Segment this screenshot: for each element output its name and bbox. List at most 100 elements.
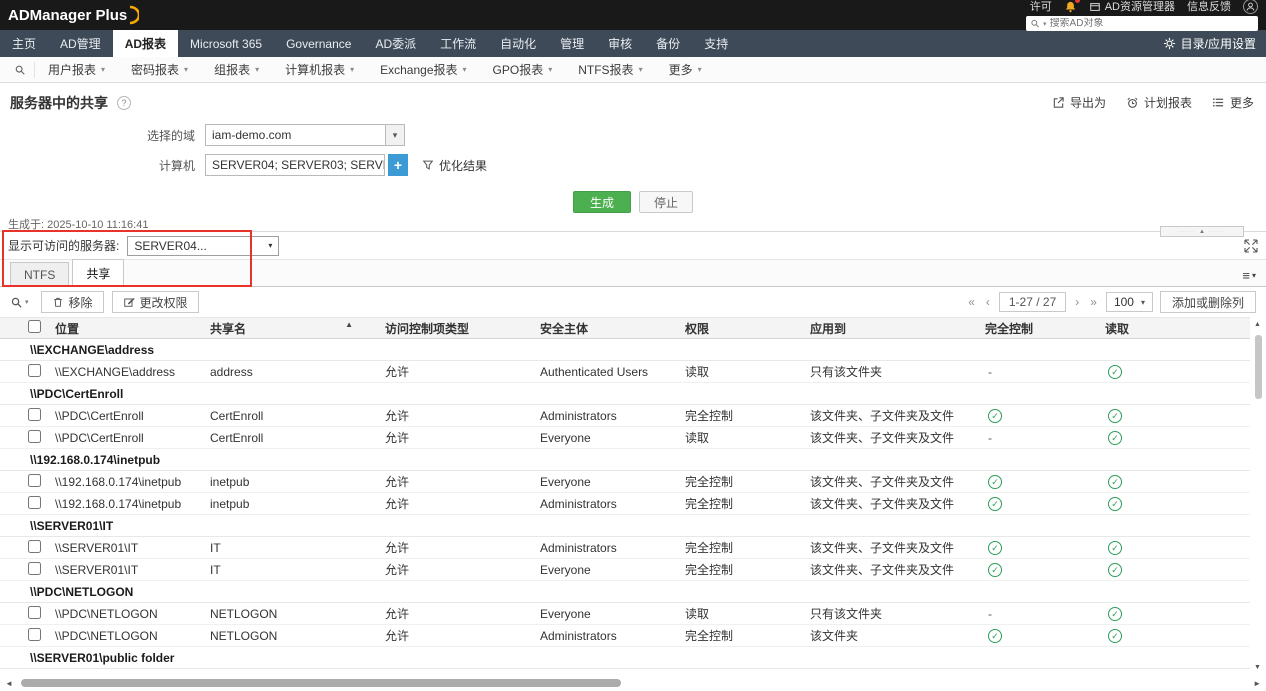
nav-tab-0[interactable]: 主页 [0, 30, 48, 57]
row-checkbox[interactable] [28, 495, 41, 509]
server-select[interactable]: SERVER04... ▾ [127, 235, 280, 256]
export-icon [1053, 97, 1064, 108]
cell-permission: 读取 [680, 426, 805, 449]
user-avatar[interactable] [1243, 0, 1258, 14]
scroll-right-icon[interactable]: ► [1253, 679, 1261, 688]
select-all-checkbox[interactable] [28, 320, 41, 333]
remove-button[interactable]: 移除 [40, 291, 104, 313]
cell-principal: Everyone [535, 602, 680, 625]
page-size-select[interactable]: 100 ▾ [1105, 292, 1153, 312]
reports-menu-item-2[interactable]: 组报表 ▾ [201, 61, 272, 78]
reports-search-button[interactable] [6, 61, 35, 78]
app-logo[interactable]: ADManager Plus [8, 5, 140, 25]
help-icon[interactable]: ? [117, 95, 131, 110]
nav-tab-2[interactable]: AD报表 [112, 30, 179, 57]
row-checkbox[interactable] [28, 473, 41, 487]
main-nav-tabs: 主页 AD管理 AD报表 Microsoft 365 Governance AD委派 工作流… [0, 30, 740, 57]
change-permissions-button[interactable]: 更改权限 [111, 291, 199, 313]
cell-permission: 读取 [680, 602, 805, 625]
row-checkbox[interactable] [28, 363, 41, 377]
reports-menu-item-4[interactable]: Exchange报表 ▾ [367, 61, 479, 78]
column-header-7[interactable]: 读取 [1100, 317, 1250, 339]
global-search-input[interactable] [1049, 18, 1254, 29]
nav-tab-5[interactable]: AD委派 [363, 30, 428, 57]
refine-results-button[interactable]: 优化结果 [422, 157, 487, 174]
vertical-scroll-thumb[interactable] [1255, 335, 1262, 399]
export-button[interactable]: 导出为 [1052, 94, 1106, 111]
row-checkbox[interactable] [28, 627, 41, 641]
horizontal-scroll-track[interactable] [17, 679, 1249, 687]
feedback-link[interactable]: 信息反馈 [1187, 1, 1231, 13]
reports-menu-item-1[interactable]: 密码报表 ▾ [118, 61, 201, 78]
vertical-scrollbar[interactable]: ▲ ▼ [1252, 317, 1265, 675]
view-options-button[interactable]: ≡ ▾ [1242, 269, 1256, 282]
reports-menu-item-0[interactable]: 用户报表 ▾ [35, 61, 118, 78]
nav-tab-4[interactable]: Governance [274, 30, 363, 57]
column-header-6[interactable]: 完全控制 [980, 317, 1100, 339]
row-checkbox[interactable] [28, 407, 41, 421]
ad-explorer-link[interactable]: AD资源管理器 [1089, 1, 1175, 13]
nav-tab-6[interactable]: 工作流 [428, 30, 488, 57]
row-checkbox[interactable] [28, 429, 41, 443]
nav-tab-9[interactable]: 审核 [596, 30, 644, 57]
nav-tab-1[interactable]: AD管理 [48, 30, 113, 57]
column-header-2[interactable]: 访问控制项类型 [380, 317, 535, 339]
nav-tab-8[interactable]: 管理 [548, 30, 596, 57]
column-header-0[interactable]: 位置 [50, 317, 205, 339]
granted-check-icon: ✓ [1108, 541, 1122, 555]
license-link[interactable]: 许可 [1030, 1, 1052, 13]
reports-menu-item-3[interactable]: 计算机报表 ▾ [272, 61, 367, 78]
stop-button[interactable]: 停止 [639, 191, 694, 213]
column-header-3[interactable]: 安全主体 [535, 317, 680, 339]
settings-button[interactable]: 目录/应用设置 [1163, 30, 1266, 57]
nav-tab-10[interactable]: 备份 [644, 30, 692, 57]
cell-full_control: ✓ [980, 558, 1100, 581]
table-row: \\192.168.0.174\inetpub inetpub 允许 Everyone… [0, 470, 1250, 493]
pagination-next-button[interactable]: › [1073, 295, 1081, 309]
search-scope-caret-icon[interactable]: ▾ [1043, 20, 1047, 28]
column-header-1[interactable]: 共享名 ▲ [205, 317, 380, 339]
reports-menu-item-6[interactable]: NTFS报表 ▾ [565, 61, 655, 78]
notifications-button[interactable] [1064, 0, 1080, 13]
column-header-4[interactable]: 权限 [680, 317, 805, 339]
cell-share: inetpub [205, 470, 380, 493]
nav-tab-11[interactable]: 支持 [692, 30, 740, 57]
reports-menu-item-5[interactable]: GPO报表 ▾ [480, 61, 566, 78]
view-tab-0[interactable]: NTFS [10, 262, 70, 286]
cell-location: \\PDC\NETLOGON [50, 602, 205, 625]
column-header-5[interactable]: 应用到 [805, 317, 980, 339]
horizontal-scrollbar[interactable]: ◄ ► [0, 675, 1266, 691]
pagination-prev-button[interactable]: ‹ [984, 295, 992, 309]
row-checkbox[interactable] [28, 605, 41, 619]
computers-input[interactable]: SERVER04; SERVER03; SERVE... [205, 154, 385, 176]
cell-permission: 完全控制 [680, 404, 805, 427]
scroll-down-icon[interactable]: ▼ [1254, 664, 1261, 671]
view-tab-1[interactable]: 共享 [72, 259, 125, 287]
domain-select[interactable]: iam-demo.com ▾ [205, 124, 405, 146]
scroll-left-icon[interactable]: ◄ [5, 679, 13, 688]
global-search[interactable]: ▾ [1026, 16, 1258, 31]
row-checkbox[interactable] [28, 539, 41, 553]
generate-button[interactable]: 生成 [572, 191, 631, 213]
reports-menu-item-7[interactable]: 更多 ▾ [656, 61, 715, 78]
search-icon [11, 297, 22, 308]
panel-collapse-handle[interactable]: ······ ▲ ······ [1160, 226, 1244, 237]
horizontal-scroll-thumb[interactable] [20, 679, 621, 687]
row-select-cell [0, 492, 50, 515]
chevron-down-icon: ▾ [184, 65, 189, 74]
scroll-up-icon[interactable]: ▲ [1254, 321, 1261, 328]
fullscreen-toggle-button[interactable] [1244, 239, 1258, 253]
pagination-first-button[interactable]: « [966, 295, 977, 309]
cell-ace: 允许 [380, 558, 535, 581]
chevron-down-icon[interactable]: ▾ [385, 125, 404, 145]
reports-nav: 用户报表 ▾ 密码报表 ▾ 组报表 ▾ 计算机报表 ▾ Exchange报表 ▾ GPO报表 ▾ NTF… [0, 57, 1266, 83]
schedule-reports-button[interactable]: 计划报表 [1126, 94, 1192, 111]
more-actions-button[interactable]: 更多 [1212, 94, 1254, 111]
table-search-button[interactable]: ▾ [10, 296, 33, 309]
add-computer-button[interactable]: + [388, 154, 408, 176]
row-checkbox[interactable] [28, 561, 41, 575]
nav-tab-3[interactable]: Microsoft 365 [178, 30, 274, 57]
nav-tab-7[interactable]: 自动化 [488, 30, 548, 57]
pagination-last-button[interactable]: » [1088, 295, 1099, 309]
add-remove-columns-button[interactable]: 添加或删除列 [1159, 291, 1256, 313]
